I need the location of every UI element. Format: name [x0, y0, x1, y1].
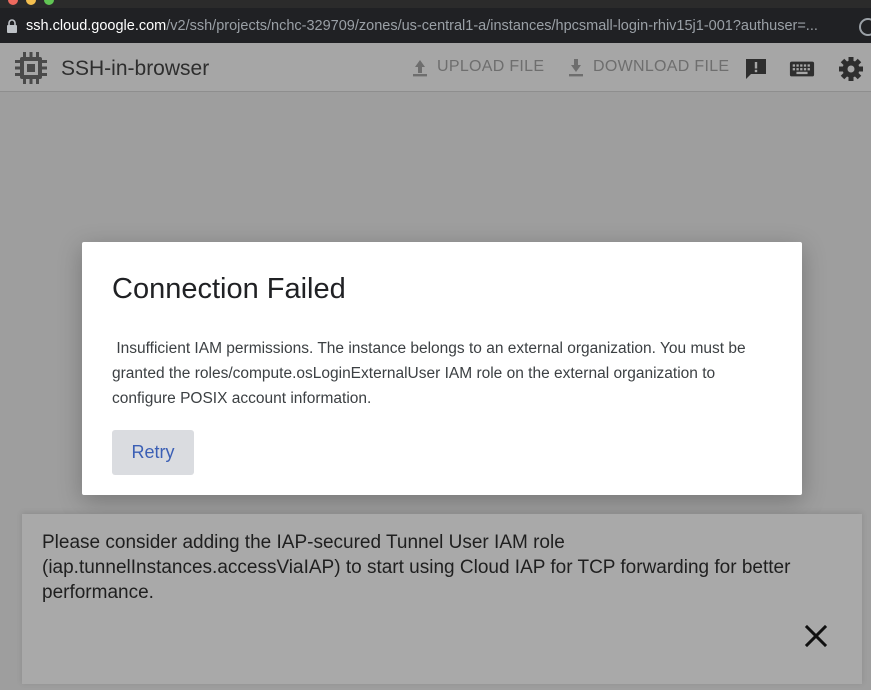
- close-window-button[interactable]: [8, 0, 18, 5]
- upload-file-button[interactable]: UPLOAD FILE: [411, 56, 544, 78]
- download-icon: [569, 59, 583, 77]
- minimize-window-button[interactable]: [26, 0, 36, 5]
- retry-button[interactable]: Retry: [112, 430, 194, 475]
- download-file-button[interactable]: DOWNLOAD FILE: [567, 56, 729, 78]
- lock-icon: [7, 18, 17, 33]
- settings-icon[interactable]: [838, 56, 864, 82]
- download-file-label: DOWNLOAD FILE: [593, 58, 730, 75]
- app-title: SSH-in-browser: [61, 57, 210, 80]
- browser-titlebar: [0, 0, 871, 8]
- address-bar[interactable]: ssh.cloud.google.com/v2/ssh/projects/nch…: [0, 8, 871, 43]
- close-icon[interactable]: [802, 622, 830, 650]
- keyboard-icon[interactable]: [789, 56, 815, 82]
- url-path: /v2/ssh/projects/nchc-329709/zones/us-ce…: [166, 17, 818, 34]
- url-host: ssh.cloud.google.com: [26, 17, 167, 34]
- connection-failed-dialog: Connection Failed Insufficient IAM permi…: [82, 242, 802, 495]
- upload-icon: [413, 60, 427, 77]
- app-header: SSH-in-browser UPLOAD FILE DOWNLOAD FILE: [0, 43, 871, 92]
- browser-menu-icon[interactable]: [859, 18, 871, 36]
- chip-icon: [15, 52, 47, 84]
- dialog-title: Connection Failed: [112, 273, 346, 305]
- dialog-message: Insufficient IAM permissions. The instan…: [112, 340, 750, 407]
- feedback-icon[interactable]: [743, 56, 769, 82]
- maximize-window-button[interactable]: [44, 0, 54, 5]
- upload-file-label: UPLOAD FILE: [437, 58, 545, 75]
- iap-notification-banner: Please consider adding the IAP-secured T…: [22, 514, 862, 684]
- banner-message: Please consider adding the IAP-secured T…: [42, 532, 791, 603]
